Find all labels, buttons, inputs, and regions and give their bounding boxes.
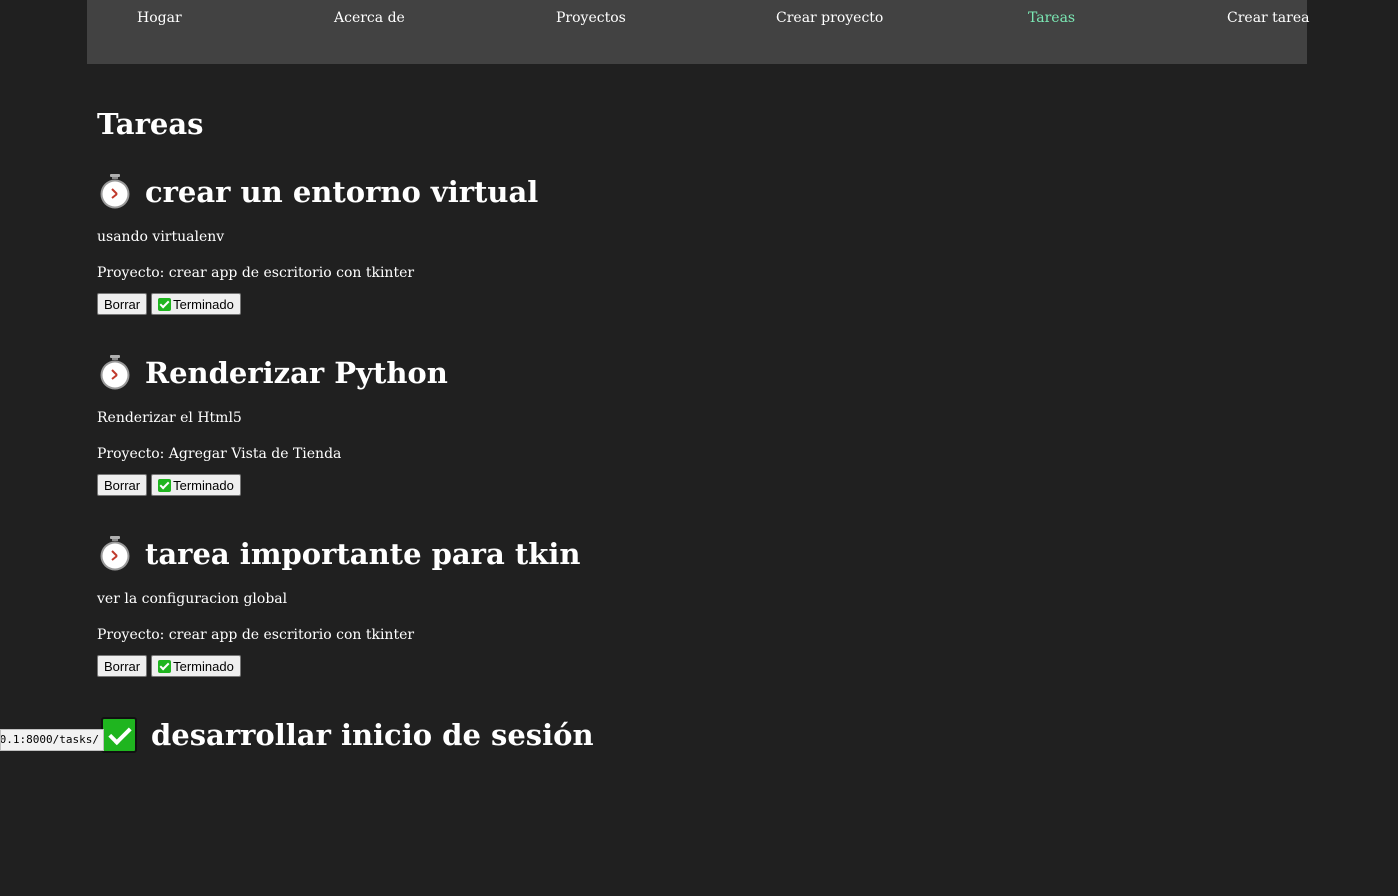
task-title: crear un entorno virtual — [97, 172, 538, 212]
task-description: ver la configuracion global — [97, 591, 287, 607]
task-actions: Borrar Terminado — [97, 474, 241, 496]
delete-button[interactable]: Borrar — [97, 293, 147, 315]
task-description: Renderizar el Html5 — [97, 410, 242, 426]
task-card: tarea importante para tkin ver la config… — [97, 534, 1297, 715]
stopwatch-icon — [97, 174, 133, 210]
task-description: usando virtualenv — [97, 229, 224, 245]
task-card: crear un entorno virtual usando virtuale… — [97, 172, 1297, 353]
check-mark-icon — [158, 479, 171, 492]
mark-done-button[interactable]: Terminado — [151, 474, 241, 496]
check-mark-icon — [101, 717, 137, 753]
task-title: tarea importante para tkin — [97, 534, 580, 574]
check-mark-icon — [158, 660, 171, 673]
task-project: Proyecto: crear app de escritorio con tk… — [97, 627, 414, 643]
task-title: Renderizar Python — [97, 353, 448, 393]
main-content: Tareas crear un entorno virtual usando v… — [97, 100, 1297, 896]
page-title: Tareas — [97, 106, 1297, 142]
delete-button[interactable]: Borrar — [97, 655, 147, 677]
task-title-text: tarea importante para tkin — [145, 537, 580, 571]
task-title-text: Renderizar Python — [145, 356, 448, 390]
check-mark-icon — [158, 298, 171, 311]
task-title: desarrollar inicio de sesión — [97, 715, 594, 755]
task-project: Proyecto: Agregar Vista de Tienda — [97, 446, 341, 462]
nav-link-proyectos[interactable]: Proyectos — [556, 10, 626, 26]
delete-button[interactable]: Borrar — [97, 474, 147, 496]
task-title-text: desarrollar inicio de sesión — [151, 718, 594, 752]
task-actions: Borrar Terminado — [97, 655, 241, 677]
top-nav: Hogar Acerca de Proyectos Crear proyecto… — [87, 0, 1307, 64]
task-card: Renderizar Python Renderizar el Html5 Pr… — [97, 353, 1297, 534]
nav-link-crear-tarea[interactable]: Crear tarea — [1227, 10, 1309, 26]
stopwatch-icon — [97, 355, 133, 391]
task-card: desarrollar inicio de sesión — [97, 715, 1297, 896]
mark-done-button[interactable]: Terminado — [151, 293, 241, 315]
nav-link-hogar[interactable]: Hogar — [137, 10, 182, 26]
nav-link-tareas[interactable]: Tareas — [1028, 10, 1075, 26]
task-actions: Borrar Terminado — [97, 293, 241, 315]
stopwatch-icon — [97, 536, 133, 572]
nav-link-crear-proyecto[interactable]: Crear proyecto — [776, 10, 883, 26]
nav-link-acerca-de[interactable]: Acerca de — [334, 10, 405, 26]
task-title-text: crear un entorno virtual — [145, 175, 538, 209]
status-bar-url: 127.0.0.1:8000/tasks/ — [0, 729, 104, 751]
mark-done-button[interactable]: Terminado — [151, 655, 241, 677]
task-project: Proyecto: crear app de escritorio con tk… — [97, 265, 414, 281]
